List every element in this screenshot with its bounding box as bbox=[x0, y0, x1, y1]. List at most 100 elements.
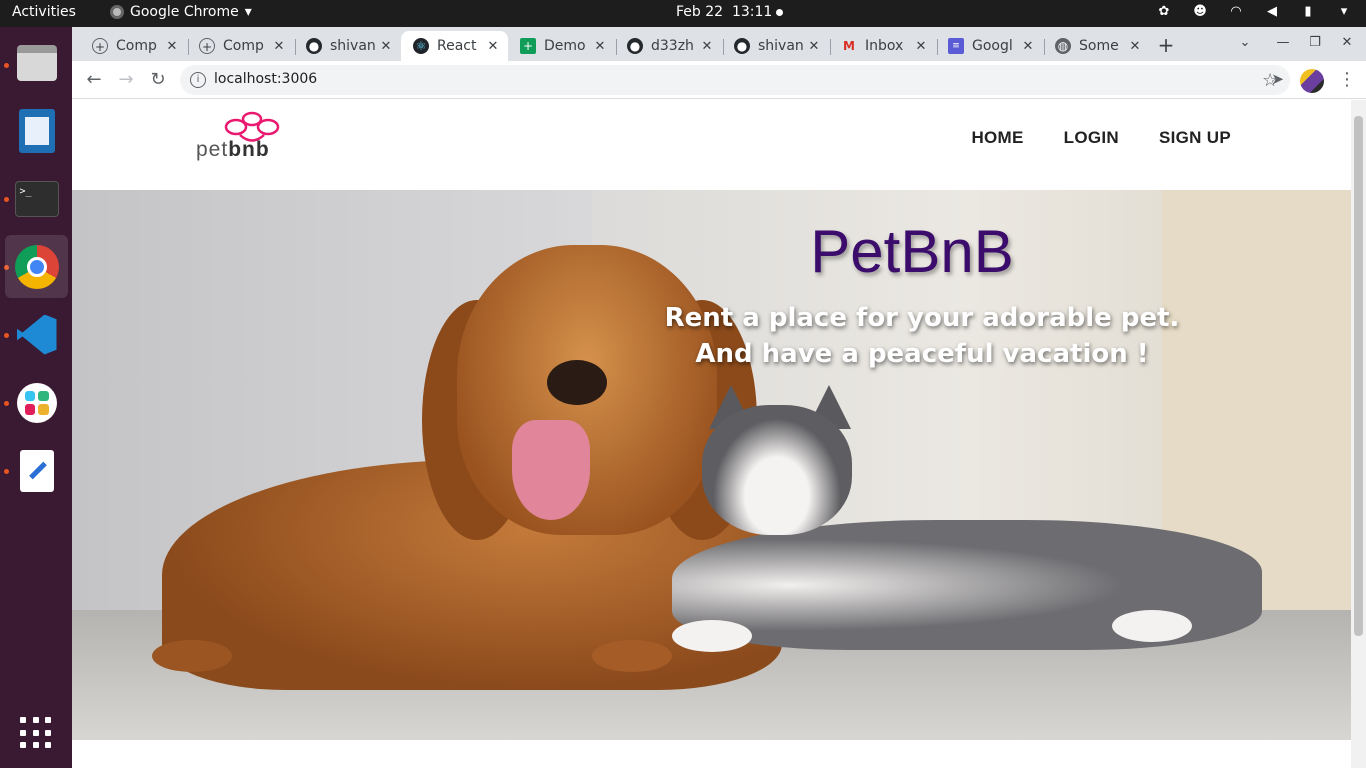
sheets-icon: + bbox=[520, 38, 536, 54]
dog-paw bbox=[592, 640, 672, 672]
slack-icon[interactable] bbox=[5, 371, 68, 434]
github-icon: ● bbox=[306, 38, 322, 54]
close-tab-icon[interactable]: ✕ bbox=[807, 39, 821, 54]
tab-title: Comp bbox=[116, 38, 157, 54]
profile-avatar[interactable] bbox=[1300, 69, 1324, 93]
files-icon[interactable] bbox=[5, 31, 68, 94]
tab-title: Googl bbox=[972, 38, 1013, 54]
close-tab-icon[interactable]: ✕ bbox=[272, 39, 286, 54]
dog-nose bbox=[547, 360, 607, 405]
clock-date: Feb 22 bbox=[676, 4, 724, 20]
globe-icon: + bbox=[92, 38, 108, 54]
wifi-icon[interactable]: ◠ bbox=[1228, 4, 1244, 20]
tab[interactable]: ◍ Some ✕ bbox=[1043, 31, 1150, 61]
tab-title: React bbox=[437, 38, 477, 54]
close-tab-icon[interactable]: ✕ bbox=[593, 39, 607, 54]
reload-icon[interactable]: ↻ bbox=[146, 68, 170, 92]
react-icon: ⚛ bbox=[413, 38, 429, 54]
globe-icon: ◍ bbox=[1055, 38, 1071, 54]
page-scrollbar[interactable] bbox=[1351, 100, 1366, 768]
tab[interactable]: ● d33zh ✕ bbox=[615, 31, 722, 61]
close-tab-icon[interactable]: ✕ bbox=[486, 39, 500, 54]
page-viewport: petbnb HOME LOGIN SIGN UP PetBnB Rent a … bbox=[72, 100, 1366, 768]
text-editor-icon[interactable] bbox=[5, 439, 68, 502]
nav-home-link[interactable]: HOME bbox=[971, 128, 1023, 148]
close-tab-icon[interactable]: ✕ bbox=[914, 39, 928, 54]
activities-button[interactable]: Activities bbox=[12, 4, 76, 20]
vscode-icon[interactable] bbox=[5, 303, 68, 366]
close-tab-icon[interactable]: ✕ bbox=[700, 39, 714, 54]
logo-text-light: pet bbox=[196, 138, 229, 161]
system-tray[interactable]: ✿ ☻ ◠ ◀ ▮ ▾ bbox=[1156, 4, 1352, 20]
discord-tray-icon[interactable]: ☻ bbox=[1192, 4, 1208, 20]
app-menu[interactable]: Google Chrome ▾ bbox=[110, 4, 252, 20]
logo-text-bold: bnb bbox=[228, 138, 270, 161]
tab-search-icon[interactable]: ⌄ bbox=[1235, 35, 1255, 50]
address-bar[interactable]: i localhost:3006 ➤ bbox=[180, 65, 1290, 95]
scrollbar-thumb[interactable] bbox=[1354, 116, 1363, 636]
tab-title: shivan bbox=[758, 38, 804, 54]
slack-tray-icon[interactable]: ✿ bbox=[1156, 4, 1172, 20]
minimize-icon[interactable]: — bbox=[1273, 35, 1293, 50]
tab-title: d33zh bbox=[651, 38, 694, 54]
tab-title: Inbox bbox=[865, 38, 904, 54]
logo-text[interactable]: petbnb bbox=[196, 138, 270, 162]
hero-subtitle-line1: Rent a place for your adorable pet. bbox=[664, 303, 1180, 333]
dog-tongue bbox=[512, 420, 590, 520]
tab[interactable]: M Inbox ✕ bbox=[829, 31, 936, 61]
notification-dot bbox=[776, 9, 783, 16]
gmail-icon: M bbox=[843, 39, 855, 53]
clock[interactable]: Feb 22 13:11 bbox=[676, 4, 772, 20]
show-applications-icon[interactable] bbox=[20, 717, 52, 749]
tab[interactable]: + Demo ✕ bbox=[508, 31, 615, 61]
menu-kebab-icon[interactable]: ⋮ bbox=[1338, 69, 1356, 90]
back-icon[interactable]: ← bbox=[82, 68, 106, 92]
hero-subtitle-line2: And have a peaceful vacation ! bbox=[695, 339, 1149, 369]
close-tab-icon[interactable]: ✕ bbox=[1021, 39, 1035, 54]
browser-toolbar: ← → ↻ i localhost:3006 ➤ ☆ ⋮ bbox=[72, 61, 1366, 99]
close-tab-icon[interactable]: ✕ bbox=[379, 39, 393, 54]
terminal-icon[interactable]: >_ bbox=[5, 167, 68, 230]
tab-title: Demo bbox=[544, 38, 586, 54]
tab-title: shivan bbox=[330, 38, 376, 54]
url-text[interactable]: localhost:3006 bbox=[214, 71, 317, 87]
chrome-icon[interactable] bbox=[5, 235, 68, 298]
chrome-small-icon bbox=[110, 5, 124, 19]
tab[interactable]: + Comp ✕ bbox=[187, 31, 294, 61]
hero-banner: PetBnB Rent a place for your adorable pe… bbox=[72, 190, 1351, 740]
caret-down-icon: ▾ bbox=[244, 4, 252, 20]
github-icon: ● bbox=[627, 38, 643, 54]
tab-title: Comp bbox=[223, 38, 264, 54]
volume-icon[interactable]: ◀ bbox=[1264, 4, 1280, 20]
forward-icon[interactable]: → bbox=[114, 68, 138, 92]
hero-subtitle: Rent a place for your adorable pet. And … bbox=[652, 300, 1192, 372]
tab-active[interactable]: ⚛ React ✕ bbox=[401, 31, 508, 61]
tab[interactable]: ≡ Googl ✕ bbox=[936, 31, 1043, 61]
google-forms-icon: ≡ bbox=[948, 38, 964, 54]
battery-icon[interactable]: ▮ bbox=[1300, 4, 1316, 20]
dock: >_ bbox=[0, 27, 72, 768]
caret-down-icon[interactable]: ▾ bbox=[1336, 4, 1352, 20]
system-top-bar: Activities Google Chrome ▾ Feb 22 13:11 … bbox=[0, 0, 1366, 27]
tab[interactable]: + Comp ✕ bbox=[80, 31, 187, 61]
restore-icon[interactable]: ❐ bbox=[1305, 35, 1325, 50]
nav-login-link[interactable]: LOGIN bbox=[1064, 128, 1119, 148]
app-menu-label: Google Chrome bbox=[130, 4, 239, 20]
writer-icon[interactable] bbox=[5, 99, 68, 162]
tab[interactable]: ● shivan ✕ bbox=[722, 31, 829, 61]
nav-signup-link[interactable]: SIGN UP bbox=[1159, 128, 1231, 148]
dog-paw bbox=[152, 640, 232, 672]
new-tab-button[interactable]: + bbox=[1154, 33, 1178, 57]
site-nav-links: HOME LOGIN SIGN UP bbox=[971, 128, 1231, 148]
close-tab-icon[interactable]: ✕ bbox=[165, 39, 179, 54]
bookmark-star-icon[interactable]: ☆ bbox=[1262, 70, 1278, 91]
cat-paw bbox=[672, 620, 752, 652]
site-header: petbnb HOME LOGIN SIGN UP bbox=[72, 100, 1351, 190]
tab[interactable]: ● shivan ✕ bbox=[294, 31, 401, 61]
cat-head bbox=[702, 405, 852, 535]
close-window-icon[interactable]: ✕ bbox=[1337, 35, 1357, 50]
hero-title: PetBnB bbox=[810, 218, 1014, 285]
site-info-icon[interactable]: i bbox=[190, 72, 206, 88]
close-tab-icon[interactable]: ✕ bbox=[1128, 39, 1142, 54]
clock-time: 13:11 bbox=[731, 4, 773, 20]
